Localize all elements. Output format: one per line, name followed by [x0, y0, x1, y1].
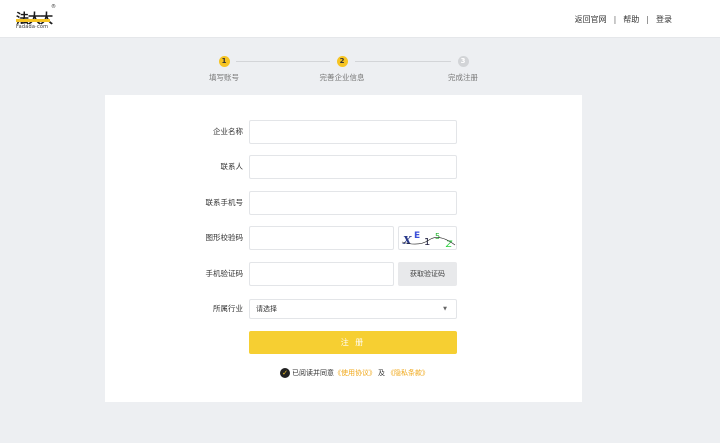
captcha-char: X: [402, 234, 412, 247]
back-to-site-link[interactable]: 返回官网: [575, 14, 607, 25]
registration-form-card: 企业名称 联系人 联系手机号 图形校验码 X E 1 5 Z 手机验证码 获取验…: [105, 95, 582, 402]
industry-label: 所属行业: [213, 304, 243, 313]
logo-subtext: Fadada·com: [16, 24, 49, 30]
step-label: 填写账号: [209, 73, 239, 82]
step-number: 1: [218, 56, 230, 67]
step-number: 3: [457, 56, 469, 67]
terms-link[interactable]: 《使用协议》: [334, 368, 376, 378]
step-label: 完善企业信息: [319, 73, 365, 82]
top-header: 法大大 ® Fadada·com 返回官网 | 帮助 | 登录: [0, 0, 720, 38]
captcha-input[interactable]: [249, 226, 394, 250]
fadada-logo[interactable]: 法大大 ® Fadada·com: [16, 4, 60, 32]
captcha-graphic: X E 1 5 Z: [401, 231, 456, 250]
industry-row: 所属行业 请选择 ▼: [105, 297, 582, 321]
company-name-row: 企业名称: [105, 120, 582, 144]
logo-accent-bar: [16, 19, 50, 22]
step-3: 3 完成注册: [423, 56, 503, 83]
logo-registered-mark: ®: [51, 4, 56, 10]
chevron-down-icon: ▼: [443, 306, 447, 312]
agree-and: 及: [378, 369, 385, 377]
captcha-char: E: [414, 231, 420, 241]
contact-label: 联系人: [220, 162, 244, 171]
sms-code-input[interactable]: [249, 262, 394, 286]
sms-code-label: 手机验证码: [205, 269, 244, 278]
phone-input[interactable]: [249, 191, 457, 215]
login-link[interactable]: 登录: [656, 14, 672, 25]
industry-select[interactable]: 请选择 ▼: [249, 299, 457, 319]
contact-row: 联系人: [105, 155, 582, 179]
captcha-char: 5: [435, 232, 440, 241]
phone-row: 联系手机号: [105, 191, 582, 215]
company-name-input[interactable]: [249, 120, 457, 144]
privacy-link[interactable]: 《隐私条款》: [387, 368, 429, 378]
company-name-label: 企业名称: [213, 127, 243, 136]
header-nav: 返回官网 | 帮助 | 登录: [575, 14, 672, 25]
registration-steps: 1 填写账号 2 完善企业信息 3 完成注册: [0, 56, 720, 86]
step-1: 1 填写账号: [184, 56, 264, 83]
get-sms-code-button[interactable]: 获取验证码: [398, 262, 457, 286]
captcha-image[interactable]: X E 1 5 Z: [398, 226, 457, 250]
step-number: 2: [336, 56, 348, 67]
captcha-row: 图形校验码 X E 1 5 Z: [105, 226, 582, 250]
agreement-line: ✓ 已阅读并同意 《使用协议》 及 《隐私条款》: [280, 367, 429, 379]
help-link[interactable]: 帮助: [623, 14, 639, 25]
checkmark-icon[interactable]: ✓: [280, 368, 290, 378]
phone-label: 联系手机号: [205, 198, 244, 207]
nav-separator: |: [613, 15, 617, 24]
register-button[interactable]: 注 册: [249, 331, 457, 354]
nav-separator: |: [646, 15, 649, 24]
captcha-label: 图形校验码: [205, 233, 244, 242]
captcha-char: Z: [445, 240, 453, 250]
industry-selected-value: 请选择: [256, 305, 277, 313]
step-label: 完成注册: [448, 73, 478, 82]
contact-input[interactable]: [249, 155, 457, 179]
sms-code-row: 手机验证码 获取验证码: [105, 262, 582, 286]
step-2: 2 完善企业信息: [302, 56, 382, 83]
agree-prefix: 已阅读并同意: [292, 369, 334, 377]
